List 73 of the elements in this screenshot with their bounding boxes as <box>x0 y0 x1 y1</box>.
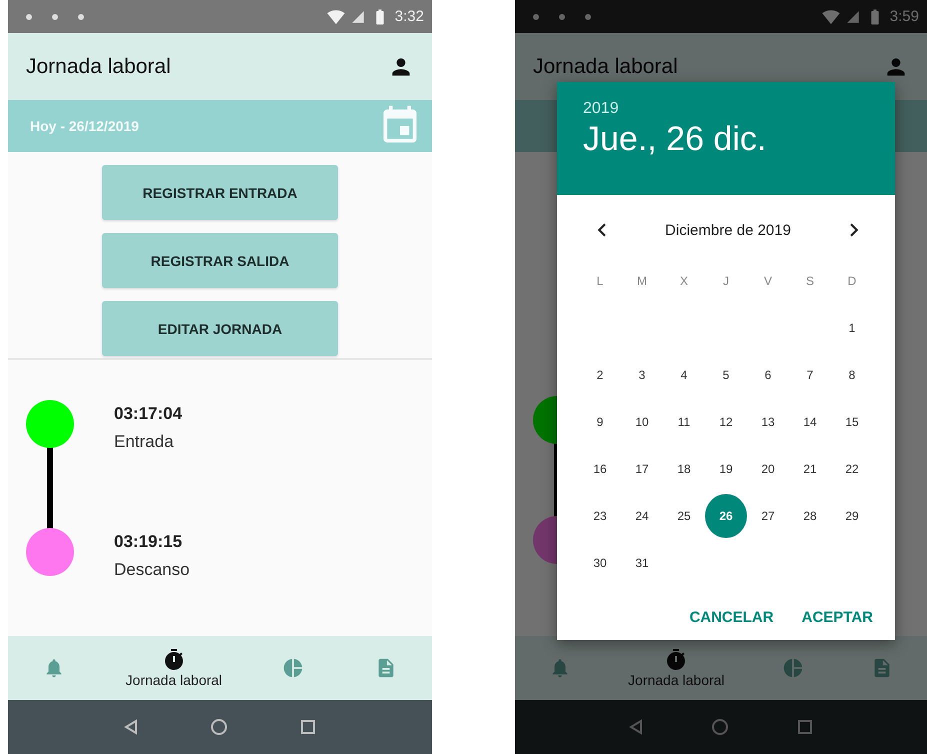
calendar-day[interactable]: 25 <box>663 494 705 538</box>
notification-dot <box>52 14 58 20</box>
action-button[interactable]: REGISTRAR SALIDA <box>102 233 338 288</box>
event-time: 03:19:15 <box>114 532 184 552</box>
app-title: Jornada laboral <box>533 54 679 78</box>
calendar-day[interactable]: 8 <box>831 352 873 396</box>
calendar-day[interactable]: 19 <box>705 446 747 490</box>
signal-icon <box>350 10 365 24</box>
action-button[interactable]: REGISTRAR ENTRADA <box>102 165 338 220</box>
calendar-day[interactable]: 26 <box>705 494 747 538</box>
calendar-day[interactable]: 6 <box>747 352 789 396</box>
back-icon[interactable] <box>124 719 138 735</box>
app-title: Jornada laboral <box>26 54 172 78</box>
clock-time: 3:59 <box>890 8 919 25</box>
weekday-label: M <box>637 274 647 288</box>
calendar-day[interactable]: 10 <box>621 400 663 444</box>
action-button[interactable]: EDITAR JORNADA <box>102 301 338 356</box>
home-icon[interactable] <box>711 718 729 736</box>
weekday-label: V <box>764 274 772 288</box>
event-time: 03:17:04 <box>114 404 182 424</box>
calendar-day[interactable]: 13 <box>747 400 789 444</box>
calendar-day[interactable]: 28 <box>789 494 831 538</box>
notification-dot <box>533 14 539 20</box>
calendar-day[interactable]: 17 <box>621 446 663 490</box>
calendar-day[interactable]: 12 <box>705 400 747 444</box>
calendar-day[interactable]: 21 <box>789 446 831 490</box>
weekday-label: L <box>596 274 604 288</box>
weekday-label: S <box>806 274 814 288</box>
weekday-label: D <box>848 274 856 288</box>
calendar-day[interactable]: 15 <box>831 400 873 444</box>
calendar-day[interactable]: 16 <box>579 446 621 490</box>
calendar-day[interactable]: 29 <box>831 494 873 538</box>
weekday-label: J <box>723 274 729 288</box>
signal-icon <box>846 10 860 24</box>
calendar-day[interactable]: 24 <box>621 494 663 538</box>
wifi-icon <box>822 8 840 26</box>
calendar-day[interactable]: 23 <box>579 494 621 538</box>
pie-chart-icon <box>782 657 804 679</box>
calendar-day[interactable]: 3 <box>621 352 663 396</box>
notification-dot <box>78 14 84 20</box>
back-icon[interactable] <box>629 719 643 735</box>
event-label: Entrada <box>114 432 175 452</box>
calendar-day[interactable]: 5 <box>705 352 747 396</box>
recents-icon[interactable] <box>300 719 316 735</box>
calendar-day[interactable]: 4 <box>663 352 705 396</box>
calendar-day[interactable]: 2 <box>579 352 621 396</box>
calendar-day[interactable]: 22 <box>831 446 873 490</box>
wifi-icon <box>326 8 345 26</box>
event-label: Descanso <box>114 560 190 580</box>
calendar-day[interactable]: 1 <box>831 306 873 350</box>
selected-date: Jue., 26 dic. <box>583 120 768 159</box>
notification-dot <box>26 14 32 20</box>
calendar-day[interactable]: 31 <box>621 540 663 584</box>
calendar-day[interactable]: 9 <box>579 400 621 444</box>
notification-dot <box>585 14 591 20</box>
month-label: Diciembre de 2019 <box>665 222 791 238</box>
notification-dot <box>559 14 565 20</box>
calendar-day[interactable]: 7 <box>789 352 831 396</box>
calendar-day[interactable]: 20 <box>747 446 789 490</box>
recents-icon[interactable] <box>797 719 813 735</box>
calendar-day[interactable]: 27 <box>747 494 789 538</box>
calendar-day[interactable]: 11 <box>663 400 705 444</box>
home-icon[interactable] <box>210 718 228 736</box>
dialog-action-button[interactable]: CANCELAR <box>681 601 782 634</box>
calendar-day[interactable]: 18 <box>663 446 705 490</box>
calendar-day[interactable]: 30 <box>579 540 621 584</box>
pie-chart-icon <box>282 657 304 679</box>
nav-tab[interactable]: Jornada laboral <box>122 648 226 688</box>
clock-time: 3:32 <box>394 8 424 25</box>
date-label: Hoy - 26/12/2019 <box>30 118 140 134</box>
calendar-day[interactable]: 14 <box>789 400 831 444</box>
dialog-action-button[interactable]: ACEPTAR <box>794 601 881 634</box>
weekday-label: X <box>680 274 688 288</box>
